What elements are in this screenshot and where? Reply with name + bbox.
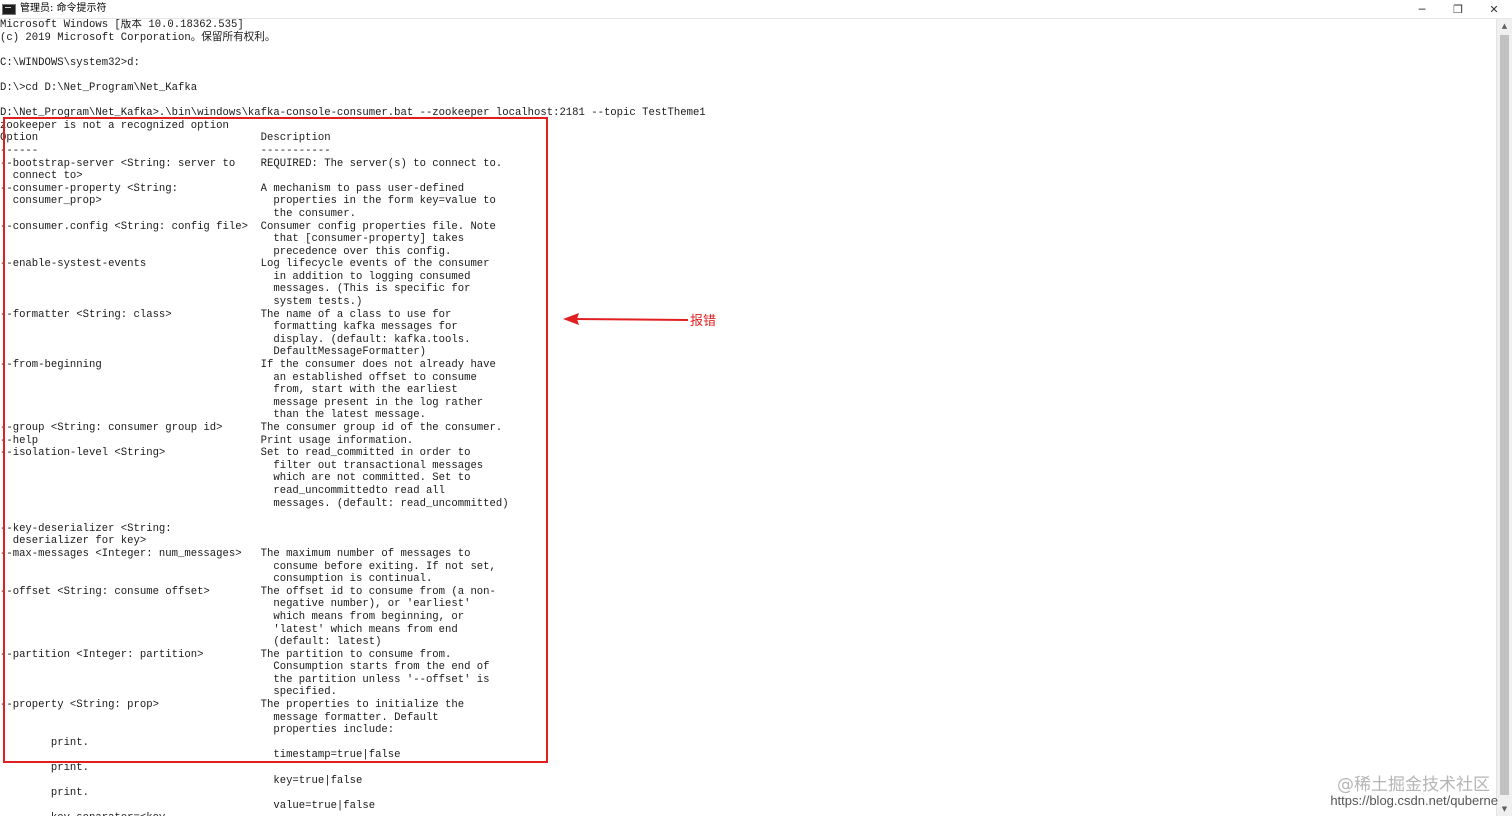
command-prompt-window: 管理员: 命令提示符 ─ ❐ ✕ Microsoft Windows [版本 1… bbox=[0, 0, 1512, 816]
error-annotation-label: 报错 bbox=[690, 314, 717, 329]
watermark-site: @稀土掘金技术社区 bbox=[1337, 775, 1490, 795]
console-line: (c) 2019 Microsoft Corporation。保留所有权利。 bbox=[0, 31, 276, 44]
console-line: value=true|false bbox=[0, 799, 376, 812]
window-controls: ─ ❐ ✕ bbox=[1404, 0, 1512, 18]
watermark-url: https://blog.csdn.net/quberne bbox=[1330, 793, 1498, 808]
console-line: C:\WINDOWS\system32>d: bbox=[0, 56, 140, 69]
cmd-icon bbox=[2, 3, 16, 15]
console-line: key.separator=<key. bbox=[0, 812, 1497, 816]
error-highlight-box bbox=[3, 117, 548, 763]
minimize-button[interactable]: ─ bbox=[1404, 0, 1440, 18]
scroll-down-icon[interactable]: ▼ bbox=[1497, 802, 1512, 816]
vertical-scrollbar[interactable]: ▲ ▼ bbox=[1496, 19, 1512, 816]
maximize-button[interactable]: ❐ bbox=[1440, 0, 1476, 18]
console-line: D:\>cd D:\Net_Program\Net_Kafka bbox=[0, 81, 198, 94]
console-line: key=true|false bbox=[0, 774, 363, 787]
title-bar[interactable]: 管理员: 命令提示符 ─ ❐ ✕ bbox=[0, 0, 1512, 19]
console-line: print. bbox=[0, 787, 90, 800]
scroll-thumb[interactable] bbox=[1500, 35, 1509, 795]
scroll-up-icon[interactable]: ▲ bbox=[1497, 19, 1512, 33]
console-line: print. bbox=[0, 762, 90, 775]
arrow-left-icon bbox=[563, 313, 689, 325]
close-button[interactable]: ✕ bbox=[1476, 0, 1512, 18]
window-title: 管理员: 命令提示符 bbox=[20, 3, 107, 14]
console-line: Microsoft Windows [版本 10.0.18362.535] bbox=[0, 19, 244, 31]
